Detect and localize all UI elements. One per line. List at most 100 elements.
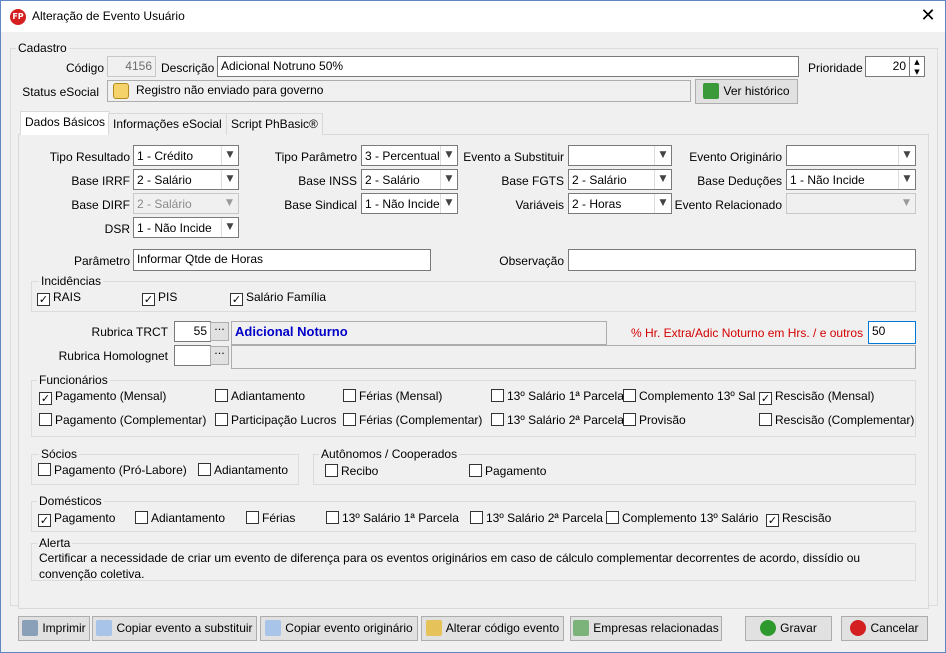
checkbox-recibo[interactable]: Recibo	[325, 464, 378, 479]
checkbox-box[interactable]	[325, 464, 338, 477]
checkbox-provisao[interactable]: Provisão	[623, 413, 686, 428]
rubrica-trct-code[interactable]: 55	[174, 321, 211, 342]
copiar-originario-button[interactable]: Copiar evento originário	[260, 616, 418, 641]
base-deducoes-select[interactable]: 1 - Não Incide ▼	[786, 169, 916, 190]
checkbox-box[interactable]	[135, 511, 148, 524]
ver-historico-button[interactable]: Ver histórico	[695, 79, 798, 104]
checkbox-pagamento-complementar[interactable]: Pagamento (Complementar)	[39, 413, 206, 428]
check-icon[interactable]: ✓	[38, 514, 51, 527]
tipo-parametro-select[interactable]: 3 - Percentual ▼	[361, 145, 458, 166]
check-icon[interactable]: ✓	[230, 293, 243, 306]
descricao-field[interactable]: Adicional Notruno 50%	[217, 56, 799, 77]
chevron-down-icon[interactable]: ▼	[221, 146, 238, 165]
checkbox-dom-13-2-parcela[interactable]: 13º Salário 2ª Parcela	[470, 511, 603, 526]
chevron-down-icon[interactable]: ▼	[654, 194, 671, 213]
close-icon[interactable]: ✕	[916, 4, 940, 28]
checkbox-box[interactable]	[469, 464, 482, 477]
checkbox-13-1-parcela[interactable]: 13º Salário 1ª Parcela	[491, 389, 624, 404]
checkbox-rescisao-complementar[interactable]: Rescisão (Complementar)	[759, 413, 914, 428]
checkbox-box[interactable]	[215, 413, 228, 426]
checkbox-box[interactable]	[326, 511, 339, 524]
checkbox-box[interactable]	[343, 389, 356, 402]
checkbox-socios-adiantamento[interactable]: Adiantamento	[198, 463, 288, 478]
checkbox-autonomos-pagamento[interactable]: Pagamento	[469, 464, 546, 479]
copiar-substituir-button[interactable]: Copiar evento a substituir	[92, 616, 257, 641]
checkbox-box[interactable]	[623, 389, 636, 402]
prioridade-spinner[interactable]: ▲ ▼	[910, 56, 925, 77]
chevron-down-icon[interactable]: ▼	[654, 146, 671, 165]
chevron-down-icon[interactable]: ▼	[440, 170, 457, 189]
checkbox-pagamento-pro-labore[interactable]: Pagamento (Pró-Labore)	[38, 463, 187, 478]
rubrica-homolognet-code[interactable]	[174, 345, 211, 366]
tab-dados-basicos[interactable]: Dados Básicos	[20, 111, 111, 135]
checkbox-box[interactable]	[759, 413, 772, 426]
checkbox-adiantamento[interactable]: Adiantamento	[215, 389, 305, 404]
parametro-field[interactable]: Informar Qtde de Horas	[133, 249, 431, 271]
base-irrf-select[interactable]: 2 - Salário ▼	[133, 169, 239, 190]
checkbox-box[interactable]	[39, 413, 52, 426]
spin-up-icon[interactable]: ▲	[910, 57, 924, 67]
base-sindical-select[interactable]: 1 - Não Incide ▼	[361, 193, 458, 214]
check-icon[interactable]: ✓	[759, 392, 772, 405]
observacao-field[interactable]	[568, 249, 916, 271]
empresas-relacionadas-button[interactable]: Empresas relacionadas	[570, 616, 722, 641]
base-inss-value: 2 - Salário	[365, 173, 420, 187]
checkbox-box[interactable]	[491, 413, 504, 426]
checkbox-dom-pagamento[interactable]: ✓ Pagamento	[38, 511, 115, 527]
chevron-down-icon[interactable]: ▼	[898, 170, 915, 189]
chevron-down-icon[interactable]: ▼	[221, 218, 238, 237]
checkbox-participacao-lucros[interactable]: Participação Lucros	[215, 413, 336, 428]
spin-down-icon[interactable]: ▼	[910, 67, 924, 77]
checkbox-dom-rescisao[interactable]: ✓ Rescisão	[766, 511, 831, 527]
checkbox-ferias-mensal[interactable]: Férias (Mensal)	[343, 389, 442, 404]
imprimir-button[interactable]: Imprimir	[18, 616, 90, 641]
dsr-select[interactable]: 1 - Não Incide ▼	[133, 217, 239, 238]
check-icon[interactable]: ✓	[142, 293, 155, 306]
tipo-resultado-select[interactable]: 1 - Crédito ▼	[133, 145, 239, 166]
evento-originario-select[interactable]: ▼	[786, 145, 916, 166]
variaveis-select[interactable]: 2 - Horas ▼	[568, 193, 672, 214]
chevron-down-icon[interactable]: ▼	[221, 170, 238, 189]
checkbox-box[interactable]	[606, 511, 619, 524]
checkbox-box[interactable]	[246, 511, 259, 524]
chevron-down-icon[interactable]: ▼	[654, 170, 671, 189]
check-icon[interactable]: ✓	[39, 392, 52, 405]
checkbox-dom-13-1-parcela[interactable]: 13º Salário 1ª Parcela	[326, 511, 459, 526]
rubrica-homolognet-lookup-button[interactable]: ···	[210, 346, 229, 365]
check-icon[interactable]: ✓	[37, 293, 50, 306]
checkbox-complemento-13[interactable]: Complemento 13º Sal	[623, 389, 755, 404]
checkbox-rais[interactable]: ✓ RAIS	[37, 290, 81, 306]
cancelar-button[interactable]: Cancelar	[841, 616, 928, 641]
base-fgts-select[interactable]: 2 - Salário ▼	[568, 169, 672, 190]
percent-field[interactable]: 50	[868, 321, 916, 344]
check-icon[interactable]: ✓	[766, 514, 779, 527]
checkbox-rescisao-mensal[interactable]: ✓ Rescisão (Mensal)	[759, 389, 874, 405]
checkbox-box[interactable]	[343, 413, 356, 426]
chevron-down-icon[interactable]: ▼	[898, 146, 915, 165]
checkbox-box[interactable]	[470, 511, 483, 524]
rubrica-trct-lookup-button[interactable]: ···	[210, 322, 229, 341]
checkbox-13-2-parcela[interactable]: 13º Salário 2ª Parcela	[491, 413, 624, 428]
checkbox-pis[interactable]: ✓ PIS	[142, 290, 177, 306]
chevron-down-icon[interactable]: ▼	[440, 194, 457, 213]
chevron-down-icon[interactable]: ▼	[440, 146, 457, 165]
checkbox-box[interactable]	[491, 389, 504, 402]
checkbox-dom-complemento-13[interactable]: Complemento 13º Salário	[606, 511, 758, 526]
checkbox-salario-familia[interactable]: ✓ Salário Família	[230, 290, 326, 306]
checkbox-ferias-complementar[interactable]: Férias (Complementar)	[343, 413, 482, 428]
alterar-codigo-button[interactable]: Alterar código evento	[421, 616, 564, 641]
checkbox-box[interactable]	[623, 413, 636, 426]
gravar-button[interactable]: Gravar	[745, 616, 832, 641]
checkbox-dom-ferias[interactable]: Férias	[246, 511, 295, 526]
checkbox-dom-adiantamento[interactable]: Adiantamento	[135, 511, 225, 526]
checkbox-box[interactable]	[38, 463, 51, 476]
tab-informacoes-esocial[interactable]: Informações eSocial	[108, 113, 227, 135]
checkbox-box[interactable]	[215, 389, 228, 402]
prioridade-field[interactable]: 20	[865, 56, 910, 77]
evento-substituir-select[interactable]: ▼	[568, 145, 672, 166]
checkbox-box[interactable]	[198, 463, 211, 476]
checkbox-pagamento-mensal[interactable]: ✓ Pagamento (Mensal)	[39, 389, 166, 405]
domesticos-title: Domésticos	[37, 494, 104, 508]
tab-script-phbasic[interactable]: Script PhBasic®	[226, 113, 323, 135]
base-inss-select[interactable]: 2 - Salário ▼	[361, 169, 458, 190]
